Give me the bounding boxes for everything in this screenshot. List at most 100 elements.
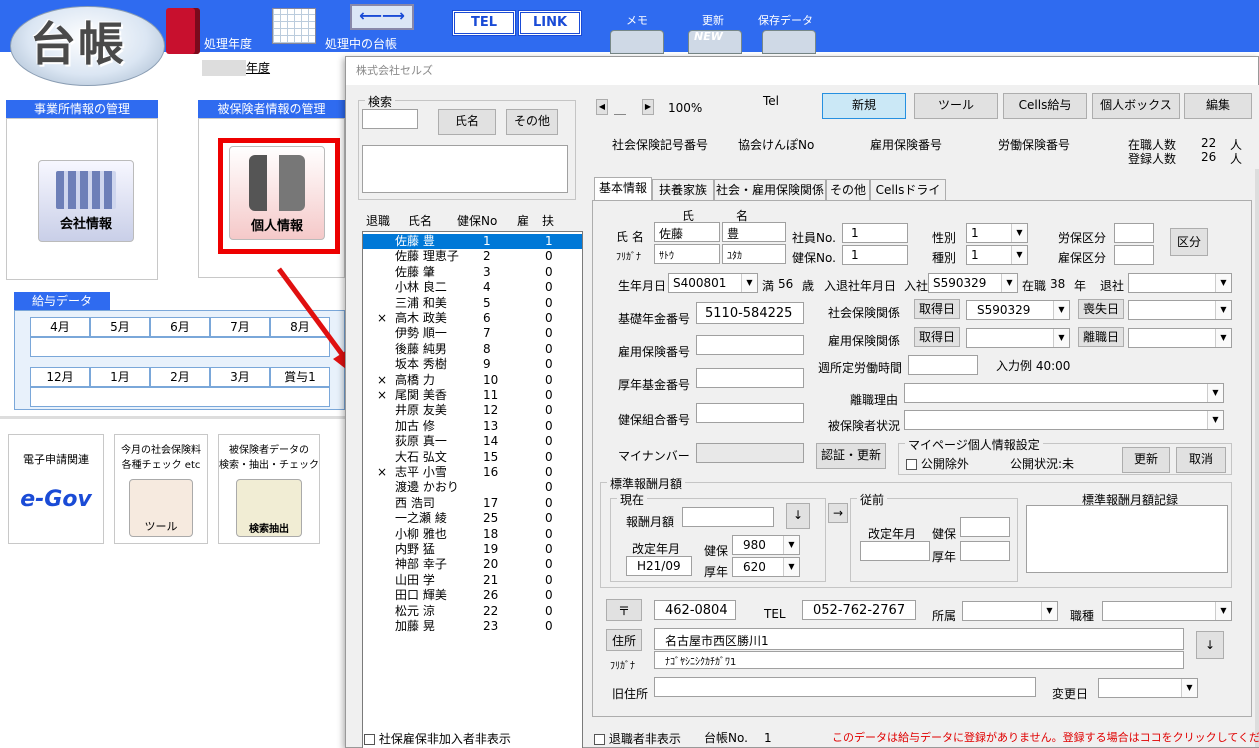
zip-button[interactable]: 〒 — [606, 599, 642, 621]
koho-field[interactable] — [1114, 245, 1154, 265]
month-cell[interactable]: 2月 — [150, 367, 210, 387]
sex-select[interactable]: 1 ▼ — [966, 223, 1028, 243]
employee-row[interactable]: 坂本 秀樹 9 0 — [363, 357, 582, 372]
employee-row[interactable]: 内野 猛 19 0 — [363, 542, 582, 557]
prev-kounen-field[interactable] — [960, 541, 1010, 561]
month-cell[interactable]: 1月 — [90, 367, 150, 387]
kenkumi-no-field[interactable] — [696, 403, 804, 423]
pension-field[interactable]: 5110-584225 — [696, 302, 804, 324]
mei-field[interactable]: 豊 — [722, 222, 786, 242]
mei-kana-field[interactable]: ﾕﾀｶ — [722, 244, 786, 264]
kubun-button[interactable]: 区分 — [1170, 228, 1208, 256]
right-arrow-button[interactable]: → — [828, 503, 848, 523]
monthly-check-panel[interactable]: 今月の社会保険料 各種チェック etc ツール — [114, 434, 208, 544]
prev-kenpo-field[interactable] — [960, 517, 1010, 537]
employee-row[interactable]: 加藤 晃 23 0 — [363, 619, 582, 634]
tab-insurance[interactable]: 社会・雇用保険関係 — [714, 179, 826, 200]
kosei-no-field[interactable] — [696, 368, 804, 388]
shaho-loss-button[interactable]: 喪失日 — [1078, 299, 1124, 319]
employee-row[interactable]: 佐藤 理恵子 2 0 — [363, 249, 582, 264]
mynumber-field[interactable] — [696, 443, 804, 463]
egov-panel[interactable]: 電子申請関連 e-Gov — [8, 434, 104, 544]
employee-row[interactable]: 佐藤 肇 3 0 — [363, 265, 582, 280]
auth-update-button[interactable]: 認証・更新 — [816, 443, 886, 469]
search-input[interactable] — [362, 109, 418, 129]
employee-row[interactable]: 荻原 真一 14 0 — [363, 434, 582, 449]
employee-row[interactable]: 佐藤 豊 1 1 — [363, 234, 582, 249]
search-name-button[interactable]: 氏名 — [438, 109, 496, 135]
koyo-date-select[interactable]: ▼ — [966, 328, 1070, 348]
dept-select[interactable]: ▼ — [962, 601, 1058, 621]
mypage-update-button[interactable]: 更新 — [1122, 447, 1170, 473]
shaho-date-select[interactable]: S590329 ▼ — [966, 300, 1070, 320]
taisha-select[interactable]: ▼ — [1128, 273, 1232, 293]
employee-row[interactable]: 三浦 和美 5 0 — [363, 296, 582, 311]
hide-non-enrolled-checkbox[interactable] — [364, 734, 375, 745]
kenpo-no-field[interactable]: 1 — [842, 245, 908, 265]
hide-retired-checkbox[interactable] — [594, 734, 605, 745]
memo-icon[interactable] — [610, 30, 664, 54]
insured-status-select[interactable]: ▼ — [904, 410, 1224, 430]
search-extract-panel[interactable]: 被保険者データの 検索・抽出・チェック 検索抽出 — [218, 434, 320, 544]
briefcase-icon[interactable] — [762, 30, 816, 54]
sei-field[interactable]: 佐藤 — [654, 222, 720, 242]
employee-row[interactable]: 松元 涼 22 0 — [363, 604, 582, 619]
tab-dependents[interactable]: 扶養家族 — [652, 179, 714, 200]
record-box[interactable] — [1026, 505, 1228, 573]
address-down-button[interactable]: ↓ — [1196, 631, 1224, 659]
month-cell[interactable]: 6月 — [150, 317, 210, 337]
employee-row[interactable]: 井原 友美 12 0 — [363, 403, 582, 418]
employee-row[interactable]: 小林 良二 4 0 — [363, 280, 582, 295]
shaho-loss-select[interactable]: ▼ — [1128, 300, 1232, 320]
vertical-scrollbar[interactable] — [1255, 169, 1259, 747]
shaho-acquire-button[interactable]: 取得日 — [914, 299, 960, 319]
search-result-box[interactable] — [362, 145, 568, 193]
job-select[interactable]: ▼ — [1102, 601, 1232, 621]
address-field[interactable]: 名古屋市西区勝川1 — [654, 628, 1184, 650]
record-slider[interactable] — [614, 101, 626, 115]
address-kana-field[interactable]: ﾅｺﾞﾔｼﾆｼｸｶﾁｶﾞﾜ1 — [654, 651, 1184, 669]
prev-record-button[interactable]: ◀ — [596, 99, 608, 115]
employee-row[interactable]: 神部 幸子 20 0 — [363, 557, 582, 572]
month-cell[interactable]: 12月 — [30, 367, 90, 387]
employee-row[interactable]: 加古 修 13 0 — [363, 419, 582, 434]
employee-row[interactable]: 一之瀬 綾 25 0 — [363, 511, 582, 526]
employee-row[interactable]: × 尾関 美香 11 0 — [363, 388, 582, 403]
employee-row[interactable]: 西 浩司 17 0 — [363, 496, 582, 511]
month-cell[interactable]: 4月 — [30, 317, 90, 337]
old-address-field[interactable] — [654, 677, 1036, 697]
weekly-hours-field[interactable] — [908, 355, 978, 375]
employee-row[interactable]: 後藤 純男 8 0 — [363, 342, 582, 357]
mypage-cancel-button[interactable]: 取消 — [1176, 447, 1226, 473]
tab-cells-drive[interactable]: Cellsドライブ — [870, 179, 946, 217]
hide-non-enrolled-row[interactable]: 社保雇保非加入者非表示 — [364, 730, 511, 747]
kenpo-grade-select[interactable]: 980 ▼ — [732, 535, 800, 555]
employee-row[interactable]: × 高木 政美 6 0 — [363, 311, 582, 326]
koyo-acquire-button[interactable]: 取得日 — [914, 327, 960, 347]
company-info-button[interactable]: 会社情報 — [38, 160, 134, 242]
tel-button[interactable]: TEL — [452, 10, 516, 36]
month-cell[interactable]: 7月 — [210, 317, 270, 337]
kind-select[interactable]: 1 ▼ — [966, 245, 1028, 265]
sei-kana-field[interactable]: ｻﾄｳ — [654, 244, 720, 264]
public-exclude-checkbox[interactable] — [906, 459, 917, 470]
leave-reason-select[interactable]: ▼ — [904, 383, 1224, 403]
personal-box-button[interactable]: 個人ボックス — [1092, 93, 1180, 119]
swap-arrows-icon[interactable]: ⟵⟶ — [350, 4, 414, 30]
koyo-no-field[interactable] — [696, 335, 804, 355]
public-exclude-row[interactable]: 公開除外 — [906, 455, 969, 472]
birth-select[interactable]: S400801 ▼ — [668, 273, 758, 293]
employee-row[interactable]: 伊勢 順一 7 0 — [363, 326, 582, 341]
address-button[interactable]: 住所 — [606, 629, 642, 651]
down-arrow-button[interactable]: ↓ — [786, 503, 810, 529]
month-cell[interactable]: 3月 — [210, 367, 270, 387]
kaitei-field[interactable]: H21/09 — [626, 556, 692, 576]
link-button[interactable]: LINK — [518, 10, 582, 36]
month-cell[interactable]: 5月 — [90, 317, 150, 337]
employee-list[interactable]: 佐藤 豊 1 1 佐藤 理恵子 2 0 佐藤 肇 3 0 小林 良二 4 0 三浦 和美 5 0 × 高木 政美… — [362, 231, 583, 748]
emp-no-field[interactable]: 1 — [842, 223, 908, 243]
book-icon[interactable] — [166, 8, 200, 54]
employee-row[interactable]: 大石 弘文 15 0 — [363, 450, 582, 465]
monthly-field[interactable] — [682, 507, 774, 527]
tab-basic[interactable]: 基本情報 — [594, 177, 652, 200]
